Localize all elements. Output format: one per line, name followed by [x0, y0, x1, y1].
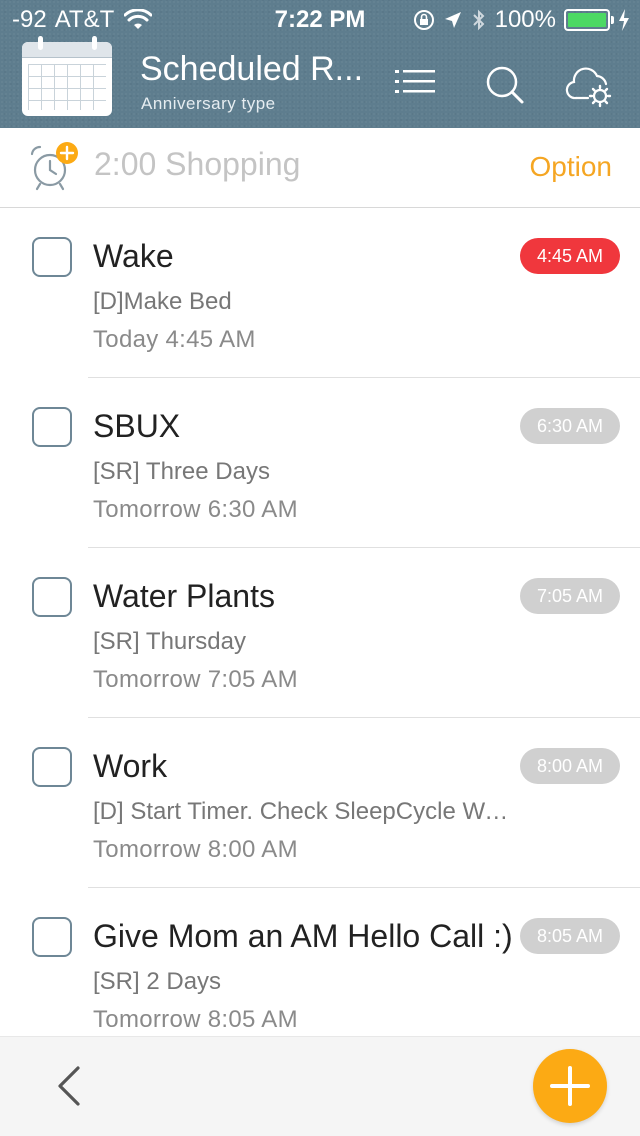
- signal-strength: -92: [12, 6, 47, 33]
- task-title: SBUX: [93, 408, 181, 444]
- task-row[interactable]: SBUX [SR] Three Days Tomorrow 6:30 AM 6:30 …: [0, 378, 640, 548]
- calendar-icon[interactable]: [22, 42, 112, 116]
- alarm-add-icon[interactable]: [28, 140, 82, 194]
- status-left: -92 AT&T: [12, 6, 153, 34]
- task-checkbox[interactable]: [32, 577, 72, 617]
- battery-level: [568, 13, 606, 27]
- rotation-lock-icon: [413, 10, 434, 30]
- back-chevron-icon[interactable]: [50, 1064, 86, 1108]
- bluetooth-icon: [472, 9, 485, 31]
- cloud-settings-icon[interactable]: [564, 60, 614, 110]
- page-title[interactable]: Scheduled R...: [140, 50, 380, 89]
- task-title: Wake: [93, 238, 174, 274]
- time-badge: 8:00 AM: [520, 748, 620, 784]
- task-title: Give Mom an AM Hello Call :): [93, 918, 513, 954]
- quick-add-input[interactable]: 2:00 Shopping: [94, 146, 300, 183]
- task-note: [SR] 2 Days: [93, 968, 222, 995]
- add-task-button[interactable]: [533, 1049, 607, 1123]
- task-title: Work: [93, 748, 168, 784]
- list-icon[interactable]: [392, 60, 442, 110]
- task-row[interactable]: Water Plants [SR] Thursday Tomorrow 7:05 A…: [0, 548, 640, 718]
- task-note: [D]Make Bed: [93, 288, 232, 315]
- page-subtitle: Anniversary type: [141, 94, 276, 113]
- wifi-icon: [124, 9, 153, 29]
- location-arrow-icon: [444, 12, 461, 28]
- search-icon[interactable]: [480, 60, 530, 110]
- task-list: Wake [D]Make Bed Today 4:45 AM 4:45 AM SBUX […: [0, 208, 640, 1058]
- task-checkbox[interactable]: [32, 237, 72, 277]
- task-due-date: Tomorrow 6:30 AM: [93, 496, 298, 523]
- task-note: [SR] Thursday: [93, 628, 246, 655]
- task-row[interactable]: Wake [D]Make Bed Today 4:45 AM 4:45 AM: [0, 208, 640, 378]
- task-note: [SR] Three Days: [93, 458, 270, 485]
- time-badge: 6:30 AM: [520, 408, 620, 444]
- battery-percent: 100%: [494, 6, 556, 33]
- status-right: 100%: [413, 6, 630, 34]
- task-due-date: Tomorrow 8:00 AM: [93, 836, 298, 863]
- task-due-date: Today 4:45 AM: [93, 326, 256, 353]
- time-badge: 4:45 AM: [520, 238, 620, 274]
- task-checkbox[interactable]: [32, 747, 72, 787]
- task-due-date: Tomorrow 7:05 AM: [93, 666, 298, 693]
- time-badge: 8:05 AM: [520, 918, 620, 954]
- plus-icon: [550, 1066, 590, 1106]
- task-note: [D] Start Timer. Check SleepCycle Wa...: [93, 798, 513, 825]
- time-badge: 7:05 AM: [520, 578, 620, 614]
- task-title: Water Plants: [93, 578, 275, 614]
- app-header: -92 AT&T 7:22 PM 100% Scheduled R... Ann…: [0, 0, 640, 128]
- carrier-name: AT&T: [54, 6, 115, 33]
- task-checkbox[interactable]: [32, 407, 72, 447]
- battery-icon: [564, 9, 614, 31]
- status-bar: -92 AT&T 7:22 PM 100%: [0, 0, 640, 40]
- option-button[interactable]: Option: [530, 151, 613, 183]
- task-checkbox[interactable]: [32, 917, 72, 957]
- charging-bolt-icon: [619, 9, 629, 31]
- task-row[interactable]: Give Mom an AM Hello Call :) [SR] 2 Days T…: [0, 888, 640, 1058]
- task-row[interactable]: Work [D] Start Timer. Check SleepCycle Wa…: [0, 718, 640, 888]
- task-due-date: Tomorrow 8:05 AM: [93, 1006, 298, 1033]
